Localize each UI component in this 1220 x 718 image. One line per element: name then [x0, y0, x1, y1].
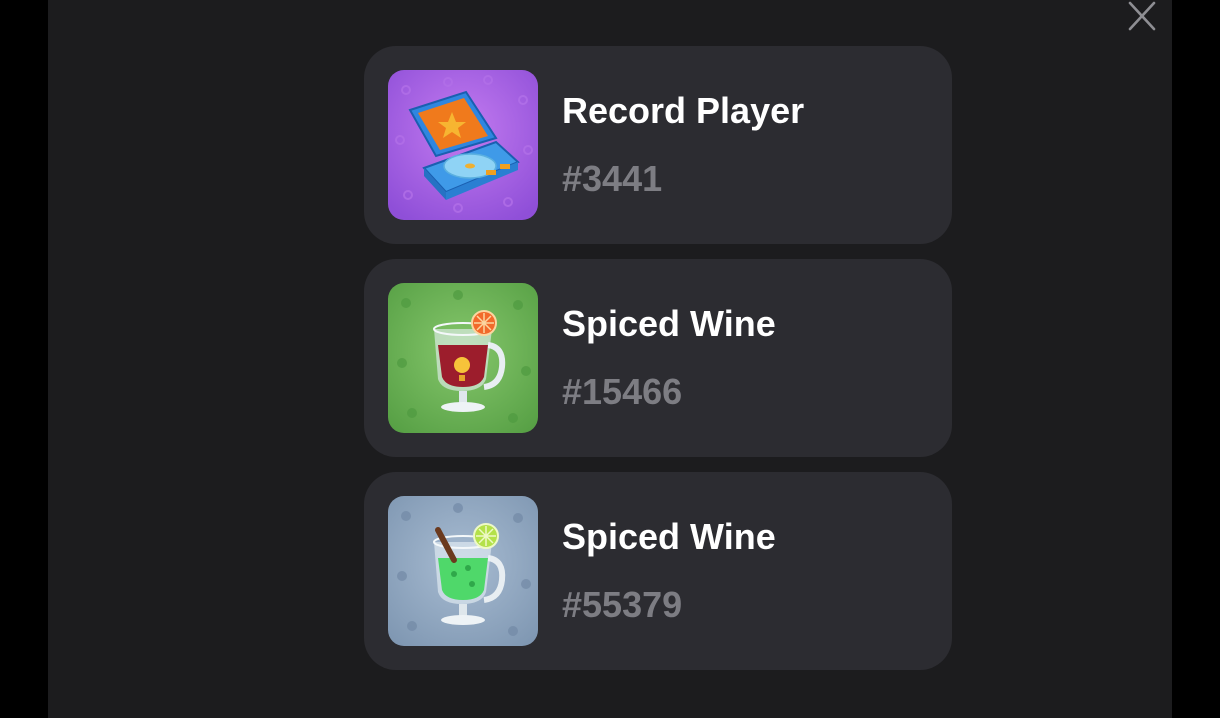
gift-name: Spiced Wine — [562, 303, 776, 344]
record-player-icon — [388, 70, 538, 220]
gift-number: #15466 — [562, 371, 683, 412]
close-icon — [1128, 1, 1156, 31]
gift-list-modal: Record Player #3441 Spiced Wine #15466 S… — [48, 0, 1172, 718]
gift-number: #55379 — [562, 584, 683, 625]
gift-card[interactable]: Spiced Wine #15466 — [364, 259, 952, 457]
gift-card[interactable]: Spiced Wine #55379 — [364, 472, 952, 670]
gift-card[interactable]: Record Player #3441 — [364, 46, 952, 244]
gift-name: Record Player — [562, 90, 805, 131]
spiced-wine-red-icon — [388, 283, 538, 433]
close-button[interactable] — [1125, 0, 1159, 32]
gift-number: #3441 — [562, 158, 663, 199]
gift-name: Spiced Wine — [562, 516, 776, 557]
gift-list: Record Player #3441 Spiced Wine #15466 S… — [364, 46, 952, 685]
spiced-wine-green-icon — [388, 496, 538, 646]
